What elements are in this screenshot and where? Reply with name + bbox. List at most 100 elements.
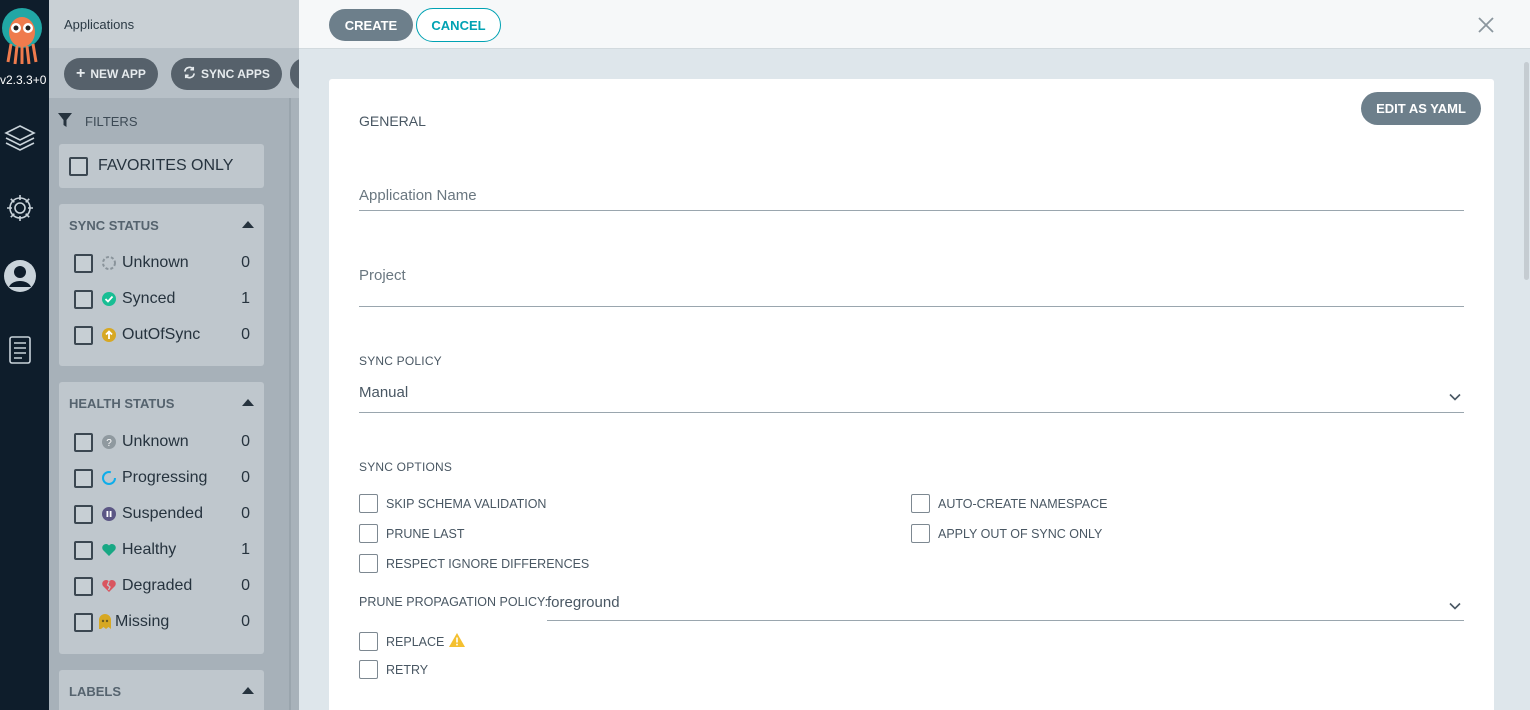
sync-apps-button[interactable]: SYNC APPS — [171, 58, 282, 90]
filter-count: 0 — [241, 469, 250, 486]
sync-status-title: SYNC STATUS — [69, 218, 159, 233]
collapse-caret-icon[interactable] — [242, 221, 254, 228]
application-name-input[interactable]: Application Name — [359, 179, 1464, 211]
favorites-label: FAVORITES ONLY — [98, 157, 234, 174]
heart-icon — [101, 542, 117, 558]
option-label: SKIP SCHEMA VALIDATION — [386, 496, 547, 511]
filter-label: Healthy — [122, 541, 177, 558]
user-icon[interactable] — [0, 256, 40, 296]
synced-check-icon — [101, 291, 117, 307]
apply-out-of-sync-only-option[interactable]: APPLY OUT OF SYNC ONLY — [911, 524, 1102, 543]
favorites-checkbox[interactable] — [69, 156, 88, 176]
skip-schema-validation-option[interactable]: SKIP SCHEMA VALIDATION — [359, 494, 546, 513]
filter-checkbox[interactable] — [74, 289, 93, 309]
out-of-sync-arrow-icon — [101, 327, 117, 343]
filter-count: 0 — [241, 254, 250, 271]
filter-row[interactable]: OutOfSync 0 — [74, 323, 250, 347]
cancel-button[interactable]: CANCEL — [416, 8, 501, 42]
warning-icon — [448, 632, 466, 651]
option-checkbox[interactable] — [359, 660, 378, 679]
sync-policy-select[interactable]: Manual — [359, 375, 1464, 413]
retry-option[interactable]: RETRY — [359, 660, 428, 679]
filter-count: 0 — [241, 326, 250, 343]
filter-checkbox[interactable] — [74, 325, 93, 345]
close-icon[interactable] — [1475, 14, 1497, 36]
option-label: APPLY OUT OF SYNC ONLY — [938, 526, 1103, 541]
pause-icon — [101, 506, 117, 522]
sync-policy-label: SYNC POLICY — [359, 354, 442, 368]
collapse-caret-icon[interactable] — [242, 399, 254, 406]
auto-create-namespace-option[interactable]: AUTO-CREATE NAMESPACE — [911, 494, 1107, 513]
more-toolbar-button[interactable] — [290, 58, 299, 90]
edit-as-yaml-button[interactable]: EDIT AS YAML — [1361, 92, 1481, 125]
filter-checkbox[interactable] — [74, 612, 93, 632]
filter-row[interactable]: Missing 0 — [74, 610, 250, 634]
filter-row[interactable]: Healthy 1 — [74, 538, 250, 562]
collapse-caret-icon[interactable] — [242, 687, 254, 694]
panel-divider — [289, 98, 291, 710]
sync-options-label: SYNC OPTIONS — [359, 460, 453, 474]
filter-row[interactable]: Suspended 0 — [74, 502, 250, 526]
prune-last-option[interactable]: PRUNE LAST — [359, 524, 465, 543]
new-app-label: NEW APP — [90, 67, 146, 81]
filter-label: Unknown — [122, 433, 189, 450]
filter-row[interactable]: Synced 1 — [74, 287, 250, 311]
panel-scrollbar[interactable] — [1524, 62, 1529, 280]
filter-label: Degraded — [122, 577, 193, 594]
gear-icon[interactable] — [0, 188, 40, 228]
layers-icon[interactable] — [0, 118, 40, 158]
filter-row[interactable]: ? Unknown 0 — [74, 430, 250, 454]
toolbar: + NEW APP SYNC APPS — [49, 48, 299, 98]
option-checkbox[interactable] — [359, 632, 378, 651]
filter-label: Progressing — [122, 469, 208, 486]
option-checkbox[interactable] — [359, 524, 378, 543]
sync-policy-value: Manual — [359, 384, 409, 401]
argo-logo-icon[interactable] — [2, 6, 46, 66]
filter-checkbox[interactable] — [74, 504, 93, 524]
filter-row[interactable]: Progressing 0 — [74, 466, 250, 490]
option-checkbox[interactable] — [359, 554, 378, 573]
svg-text:?: ? — [106, 438, 112, 449]
filter-checkbox[interactable] — [74, 253, 93, 273]
filter-count: 0 — [241, 505, 250, 522]
ghost-icon — [97, 614, 113, 630]
option-checkbox[interactable] — [359, 494, 378, 513]
question-icon: ? — [101, 434, 117, 450]
option-checkbox[interactable] — [911, 524, 930, 543]
sync-icon — [183, 66, 196, 82]
labels-section: LABELS — [59, 670, 264, 710]
option-checkbox[interactable] — [911, 494, 930, 513]
filters-header: FILTERS — [57, 112, 138, 131]
general-form-card: EDIT AS YAML GENERAL Application Name Pr… — [329, 79, 1494, 710]
respect-ignore-differences-option[interactable]: RESPECT IGNORE DIFFERENCES — [359, 554, 589, 573]
labels-title: LABELS — [69, 684, 121, 699]
filter-label: Suspended — [122, 505, 203, 522]
create-button[interactable]: CREATE — [329, 9, 413, 41]
filter-label: OutOfSync — [122, 326, 201, 343]
filter-icon — [57, 112, 73, 131]
docs-icon[interactable] — [0, 330, 40, 370]
new-app-button[interactable]: + NEW APP — [64, 58, 158, 90]
filter-row[interactable]: Degraded 0 — [74, 574, 250, 598]
filter-count: 1 — [241, 290, 250, 307]
filter-checkbox[interactable] — [74, 468, 93, 488]
prune-propagation-policy-label: PRUNE PROPAGATION POLICY: — [359, 595, 549, 609]
chevron-down-icon — [1448, 598, 1462, 610]
version-label: v2.3.3+0 — [0, 73, 47, 87]
filter-checkbox[interactable] — [74, 432, 93, 452]
main-nav: v2.3.3+0 — [0, 0, 49, 710]
prune-propagation-policy-select[interactable]: foreground — [547, 585, 1464, 621]
health-status-title: HEALTH STATUS — [69, 396, 175, 411]
replace-option[interactable]: REPLACE — [359, 632, 466, 651]
filter-count: 0 — [241, 577, 250, 594]
filter-checkbox[interactable] — [74, 540, 93, 560]
filter-checkbox[interactable] — [74, 576, 93, 596]
chevron-down-icon — [1448, 389, 1462, 401]
project-input[interactable]: Project — [359, 259, 1464, 307]
health-status-section: HEALTH STATUS ? Unknown 0 Progressing 0 … — [59, 382, 264, 654]
filter-row[interactable]: Unknown 0 — [74, 251, 250, 275]
filter-label: Synced — [122, 290, 176, 307]
plus-icon: + — [76, 65, 86, 82]
favorites-only-toggle[interactable]: FAVORITES ONLY — [59, 144, 264, 188]
prune-policy-value: foreground — [547, 594, 620, 611]
